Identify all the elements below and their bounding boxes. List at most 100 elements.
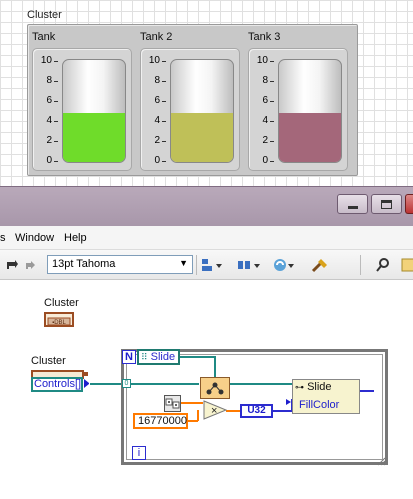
scale-tick-mark [270, 81, 274, 82]
random-number-node[interactable] [164, 395, 181, 412]
scale-tick-mark [54, 121, 58, 122]
align-objects-icon[interactable] [200, 256, 224, 274]
scale-tick-mark [54, 81, 58, 82]
font-select-value: 13pt Tahoma [52, 258, 116, 270]
tank-1-body: 10 8 6 4 2 0 [32, 48, 132, 171]
auto-index-tunnel[interactable]: 0 [122, 379, 131, 388]
scale-tick-label: 2 [154, 135, 160, 146]
scale-tick-mark [162, 141, 166, 142]
scale-tick-label: 8 [46, 75, 52, 86]
loop-count-terminal[interactable]: N [122, 350, 136, 364]
tank-3-scale: 10 8 6 4 2 0 [251, 56, 277, 166]
toolbar: 13pt Tahoma ▼ [0, 250, 413, 280]
scale-tick-label: 4 [262, 115, 268, 126]
tank-1-label: Tank [32, 31, 56, 43]
minimize-button[interactable] [337, 194, 368, 214]
cluster-control[interactable]: Tank 10 8 6 4 2 0 Tank 2 10 8 6 4 2 0 Tank 3 10 8 6 4… [27, 24, 358, 176]
controls-property[interactable]: Controls[] [31, 377, 83, 392]
tank-1[interactable]: Tank 10 8 6 4 2 0 [32, 31, 132, 171]
scale-tick-label: 2 [262, 135, 268, 146]
cluster-control-label: Cluster [31, 355, 66, 367]
scale-tick-label: 0 [46, 155, 52, 166]
step-icon[interactable] [22, 256, 38, 274]
scale-tick-label: 8 [262, 75, 268, 86]
scale-tick-mark [54, 101, 58, 102]
wire-controls-array [90, 383, 123, 385]
toolbar-divider [196, 255, 197, 275]
slide-reference[interactable]: ⠿ Slide [137, 349, 180, 365]
tank-3-fill [279, 113, 341, 162]
tank-2[interactable]: Tank 2 10 8 6 4 2 0 [140, 31, 240, 171]
run-continuously-icon[interactable] [4, 256, 20, 274]
numeric-constant[interactable]: 16770000 [133, 413, 188, 429]
property-fillcolor-label: FillColor [299, 399, 340, 411]
context-help-icon[interactable] [400, 256, 413, 274]
scale-tick-mark [162, 101, 166, 102]
resize-grip-icon[interactable] [377, 453, 386, 466]
cluster-indicator-label: Cluster [44, 297, 79, 309]
menu-item-window[interactable]: Window [15, 232, 54, 244]
tank-1-fill [63, 113, 125, 162]
tank-2-body: 10 8 6 4 2 0 [140, 48, 240, 171]
font-select[interactable]: 13pt Tahoma ▼ [47, 255, 193, 274]
scale-tick-label: 10 [40, 55, 52, 66]
search-array-node[interactable] [200, 377, 230, 399]
scale-tick-label: 6 [262, 95, 268, 106]
auto-index-tunnel-label: 0 [124, 380, 129, 387]
property-node-ref-label: Slide [307, 381, 332, 393]
scale-tick-mark [54, 61, 58, 62]
cleanup-diagram-icon[interactable] [310, 256, 332, 274]
scale-tick-mark [270, 61, 274, 62]
scale-tick-mark [270, 161, 274, 162]
scale-tick-mark [162, 161, 166, 162]
front-panel: Cluster Tank 10 8 6 4 2 0 Tank 2 10 8 6 4 2 0 Tank… [0, 0, 413, 186]
scale-tick-label: 8 [154, 75, 160, 86]
reorder-icon[interactable] [272, 256, 296, 274]
toolbar-divider [360, 255, 361, 275]
scale-tick-mark [162, 121, 166, 122]
cluster-indicator-terminal[interactable]: ▪DBL [44, 312, 74, 327]
property-node[interactable]: ⊶ Slide FillColor [292, 379, 360, 414]
hierarchy-icon: ⠿ [141, 352, 148, 362]
menu-item-help[interactable]: Help [64, 232, 87, 244]
menu-item-operate[interactable]: s [0, 232, 6, 244]
property-fillcolor[interactable]: FillColor [299, 399, 339, 411]
scale-tick-mark [54, 161, 58, 162]
chevron-down-icon: ▼ [179, 258, 188, 268]
scale-tick-label: 4 [154, 115, 160, 126]
scale-tick-label: 0 [154, 155, 160, 166]
tank-3-vessel [278, 59, 342, 163]
scale-tick-mark [270, 101, 274, 102]
scale-tick-mark [162, 81, 166, 82]
scale-tick-label: 10 [256, 55, 268, 66]
search-icon[interactable] [374, 256, 392, 274]
controls-property-label: Controls[] [34, 378, 82, 390]
tank-3[interactable]: Tank 3 10 8 6 4 2 0 [248, 31, 348, 171]
property-node-ref: ⊶ Slide [295, 381, 332, 393]
loop-iteration-terminal[interactable]: i [132, 446, 146, 460]
scale-tick-mark [162, 61, 166, 62]
to-u32-node[interactable]: U32 [240, 404, 273, 418]
window-titlebar[interactable] [0, 186, 413, 226]
menubar: s Window Help [0, 226, 413, 250]
tank-2-fill [171, 113, 233, 162]
scale-tick-label: 10 [148, 55, 160, 66]
maximize-button[interactable] [371, 194, 402, 214]
tank-3-label: Tank 3 [248, 31, 281, 43]
block-diagram-canvas[interactable]: Cluster ▪DBL Cluster Controls[] N i 0 ⠿ … [0, 281, 413, 499]
scale-tick-mark [54, 141, 58, 142]
svg-text:▪DBL: ▪DBL [52, 320, 66, 326]
scale-tick-label: 6 [154, 95, 160, 106]
multiply-node[interactable]: × [203, 400, 227, 420]
close-button[interactable] [405, 194, 413, 214]
tank-2-vessel [170, 59, 234, 163]
svg-text:×: × [211, 405, 217, 417]
scale-tick-label: 2 [46, 135, 52, 146]
tank-1-vessel [62, 59, 126, 163]
tank-1-scale: 10 8 6 4 2 0 [35, 56, 61, 166]
minimize-icon [347, 205, 358, 209]
cluster-terminal-arrow [84, 372, 88, 376]
distribute-objects-icon[interactable] [236, 256, 262, 274]
tank-3-body: 10 8 6 4 2 0 [248, 48, 348, 171]
tank-2-label: Tank 2 [140, 31, 173, 43]
